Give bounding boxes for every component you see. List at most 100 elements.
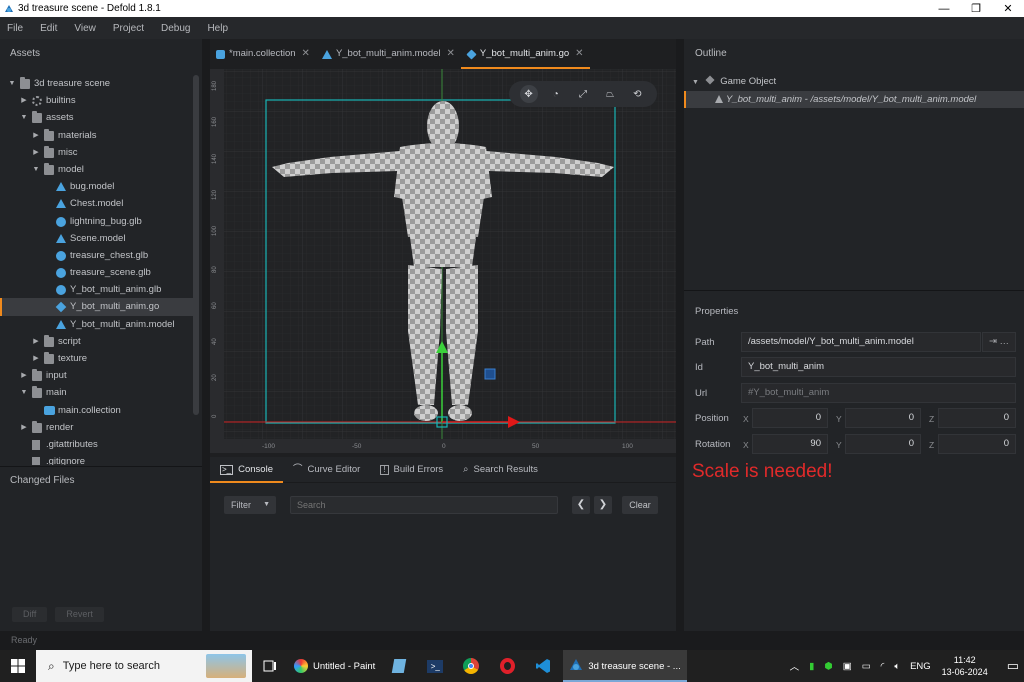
scale-tool-icon[interactable]: ⤢ [574,85,592,103]
menu-project[interactable]: Project [113,23,144,34]
camera-reset-icon[interactable]: ⟲ [628,85,646,103]
path-field[interactable]: /assets/model/Y_bot_multi_anim.model [741,332,981,352]
chevron-right-icon[interactable]: ▶ [20,92,28,109]
close-button[interactable]: ✕ [992,0,1024,17]
menu-view[interactable]: View [74,23,96,34]
chevron-down-icon[interactable]: ▼ [32,161,40,178]
tree-item[interactable]: treasure_scene.glb [0,264,193,281]
menu-edit[interactable]: Edit [40,23,57,34]
tree-item[interactable]: ▶ render [0,419,193,436]
chrome-icon[interactable] [453,650,489,682]
outline-item-model[interactable]: Y_bot_multi_anim - /assets/model/Y_bot_m… [684,91,1024,108]
move-tool-icon[interactable]: ✥ [519,85,538,103]
tree-item[interactable]: ▼ 3d treasure scene [0,75,193,92]
tree-item[interactable]: ▶ materials [0,127,193,144]
tab-search-results[interactable]: ⌕ Search Results [453,457,548,483]
tray-shield-icon[interactable]: ⬢ [824,661,832,672]
tree-item[interactable]: ▶ input [0,367,193,384]
chevron-right-icon[interactable]: ▶ [20,419,28,436]
tree-item[interactable]: main.collection [0,402,193,419]
notepad-icon[interactable] [381,650,417,682]
language-indicator[interactable]: ENG [910,661,931,672]
wifi-icon[interactable]: ◜ [881,661,885,672]
menu-help[interactable]: Help [207,23,228,34]
position-y-field[interactable]: 0 [845,408,921,428]
chevron-right-icon[interactable]: ▶ [32,350,40,367]
rotation-y-field[interactable]: 0 [845,434,921,454]
diff-button[interactable]: Diff [12,607,48,622]
menu-file[interactable]: File [7,23,23,34]
position-x-field[interactable]: 0 [752,408,828,428]
clock[interactable]: 11:42 13-06-2024 [942,654,988,678]
revert-button[interactable]: Revert [55,607,104,622]
tree-item[interactable]: ▼ model [0,161,193,178]
browse-button[interactable]: … [1000,336,1010,347]
console-search-input[interactable] [290,496,558,514]
open-path-icon[interactable]: ⇥ [989,336,997,347]
next-button[interactable]: ❯ [594,496,612,514]
tree-item[interactable]: Y_bot_multi_anim.glb [0,281,193,298]
taskbar-search[interactable]: ⌕ Type here to search [36,650,252,682]
tab-console[interactable]: >_ Console [210,457,283,483]
tab-go[interactable]: Y_bot_multi_anim.go ✕ [460,39,590,69]
task-view-icon[interactable] [252,650,288,682]
tree-item[interactable]: ▼ main [0,384,193,401]
tree-item[interactable]: Scene.model [0,230,193,247]
menu-debug[interactable]: Debug [161,23,190,34]
tree-item[interactable]: ▼ assets [0,109,193,126]
rotation-z-field[interactable]: 0 [938,434,1016,454]
minimize-button[interactable]: — [928,0,960,17]
start-button[interactable] [0,650,36,682]
chevron-down-icon[interactable]: ▼ [20,109,28,126]
left-splitter[interactable] [202,39,210,631]
tray-app-icon[interactable]: ▮ [809,661,814,672]
chevron-down-icon[interactable]: ▼ [20,384,28,401]
notifications-icon[interactable]: ▭ [1007,658,1019,674]
chevron-right-icon[interactable]: ▶ [32,127,40,144]
tab-build-errors[interactable]: ! Build Errors [370,457,453,483]
tree-item[interactable]: Y_bot_multi_anim.model [0,316,193,333]
tree-item[interactable]: ▶ script [0,333,193,350]
outline-root[interactable]: ▼ Game Object [692,73,776,90]
rotate-tool-icon[interactable]: ◔ [547,85,565,103]
chevron-right-icon[interactable]: ▶ [32,144,40,161]
tree-item[interactable]: ▶ misc [0,144,193,161]
tree-item[interactable]: Y_bot_multi_anim.go [0,298,193,316]
tree-item[interactable]: .gitattributes [0,436,193,453]
prev-button[interactable]: ❮ [572,496,590,514]
close-tab-icon[interactable]: ✕ [447,39,455,69]
tree-item[interactable]: Chest.model [0,195,193,212]
tab-curve-editor[interactable]: ⌒ Curve Editor [283,457,370,483]
tray-network-adapter-icon[interactable]: ▣ [843,661,852,672]
clear-button[interactable]: Clear [622,496,658,514]
chevron-up-icon[interactable]: ︿ [790,659,800,673]
tree-item[interactable]: ▶ builtins [0,92,193,109]
tree-item[interactable]: treasure_chest.glb [0,247,193,264]
tab-main-collection[interactable]: *main.collection ✕ [210,39,316,69]
tray-display-icon[interactable]: ▭ [862,661,871,672]
tab-model[interactable]: Y_bot_multi_anim.model ✕ [316,39,461,69]
filter-dropdown[interactable]: Filter ▼ [224,496,276,514]
tree-item[interactable]: lightning_bug.glb [0,213,193,230]
taskbar-app-defold[interactable]: 3d treasure scene - ... [563,650,688,682]
vscode-icon[interactable] [525,650,561,682]
close-tab-icon[interactable]: ✕ [302,39,310,69]
powershell-icon[interactable]: >_ [417,650,453,682]
scene-viewport[interactable]: 180 160 140 120 100 80 60 40 20 0 -100 -50 0 50 1… [210,69,676,453]
rotation-x-field[interactable]: 90 [752,434,828,454]
position-z-field[interactable]: 0 [938,408,1016,428]
close-tab-icon[interactable]: ✕ [575,39,583,69]
volume-icon[interactable]: 🔈︎ [894,661,900,672]
assets-scrollbar[interactable] [193,75,199,415]
perspective-icon[interactable]: ⏢ [601,85,619,103]
tree-item[interactable]: .gitignore [0,453,193,465]
tree-item[interactable]: ▶ texture [0,350,193,367]
chevron-right-icon[interactable]: ▶ [32,333,40,350]
tree-item[interactable]: bug.model [0,178,193,195]
id-field[interactable]: Y_bot_multi_anim [741,357,1016,377]
taskbar-app-paint[interactable]: Untitled - Paint [288,650,381,682]
chevron-right-icon[interactable]: ▶ [20,367,28,384]
right-splitter[interactable] [676,39,684,631]
restore-button[interactable]: ❐ [960,0,992,17]
opera-icon[interactable] [489,650,525,682]
